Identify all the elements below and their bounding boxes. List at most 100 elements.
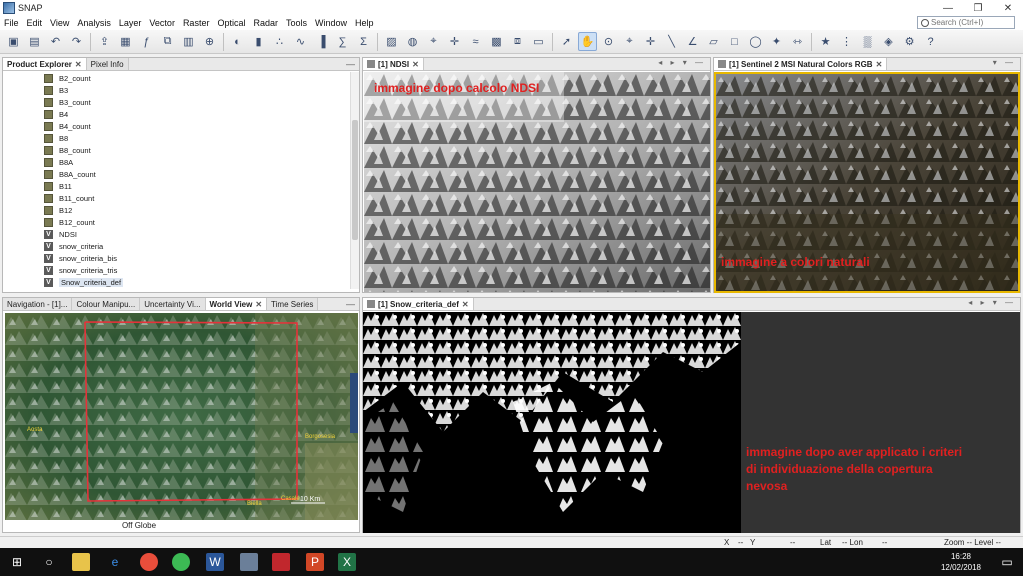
powerpoint-icon[interactable]: P xyxy=(306,553,324,571)
menu-tools[interactable]: Tools xyxy=(282,18,311,28)
band-maths-icon[interactable]: ƒ xyxy=(137,32,156,51)
close-icon[interactable]: ✕ xyxy=(412,60,419,69)
ellipse-tool-icon[interactable]: ◯ xyxy=(746,32,765,51)
menu-view[interactable]: View xyxy=(46,18,73,28)
rgb-image[interactable]: immagine a colori naturali xyxy=(714,72,1020,293)
close-icon[interactable]: ✕ xyxy=(75,60,82,69)
options-icon[interactable]: ⚙ xyxy=(900,32,919,51)
tab-rgb-view[interactable]: [1] Sentinel 2 MSI Natural Colors RGB ✕ xyxy=(714,58,888,70)
view-nav-icons[interactable]: ▾ — xyxy=(993,58,1016,67)
menu-radar[interactable]: Radar xyxy=(249,18,282,28)
tree-item-snow-criteria[interactable]: Vsnow_criteria xyxy=(3,240,353,252)
tree-item-b8-count[interactable]: B8_count xyxy=(3,144,353,156)
histogram-icon[interactable]: ▐ xyxy=(312,32,331,51)
menu-file[interactable]: File xyxy=(0,18,23,28)
tree-item-b4[interactable]: B4 xyxy=(3,108,353,120)
snap-taskbar-icon[interactable] xyxy=(240,553,258,571)
mask-icon[interactable]: ▨ xyxy=(382,32,401,51)
view-nav-icons[interactable]: ◂ ▸ ▾ — xyxy=(658,58,706,67)
tree-item-b4-count[interactable]: B4_count xyxy=(3,120,353,132)
batch-icon[interactable]: ▥ xyxy=(179,32,198,51)
save-icon[interactable]: ▤ xyxy=(25,32,44,51)
menu-vector[interactable]: Vector xyxy=(145,18,179,28)
search-icon[interactable]: ○ xyxy=(40,553,58,571)
close-button[interactable]: ✕ xyxy=(993,0,1023,16)
gcp-icon[interactable]: ✛ xyxy=(445,32,464,51)
magic-wand-icon[interactable]: ✦ xyxy=(767,32,786,51)
polyline-tool-icon[interactable]: ∠ xyxy=(683,32,702,51)
scrollbar-thumb[interactable] xyxy=(352,120,358,240)
notifications-icon[interactable]: ▭ xyxy=(998,553,1016,571)
tab-colour-manipulation[interactable]: Colour Manipu... xyxy=(72,298,141,310)
hub-icon[interactable]: ◈ xyxy=(879,32,898,51)
maximize-button[interactable]: ❐ xyxy=(963,0,993,16)
tree-item-b8a[interactable]: B8A xyxy=(3,156,353,168)
tree-item-b3[interactable]: B3 xyxy=(3,84,353,96)
export-icon[interactable]: ⇪ xyxy=(95,32,114,51)
chrome-icon[interactable] xyxy=(140,553,158,571)
tab-uncertainty[interactable]: Uncertainty Vi... xyxy=(140,298,206,310)
line-tool-icon[interactable]: ╲ xyxy=(662,32,681,51)
word-icon[interactable]: W xyxy=(206,553,224,571)
scatter-icon[interactable]: ∴ xyxy=(270,32,289,51)
subset-icon[interactable]: ▭ xyxy=(529,32,548,51)
search-box[interactable] xyxy=(917,16,1015,29)
minimize-panel-icon[interactable]: — xyxy=(346,299,355,309)
view-nav-icons[interactable]: ◂ ▸ ▾ — xyxy=(968,298,1016,307)
tree-item-b12[interactable]: B12 xyxy=(3,204,353,216)
close-icon[interactable]: ✕ xyxy=(876,60,883,69)
menu-optical[interactable]: Optical xyxy=(213,18,249,28)
collocation-icon[interactable]: ⧈ xyxy=(508,32,527,51)
tree-item-b8[interactable]: B8 xyxy=(3,132,353,144)
profile-icon[interactable]: ∿ xyxy=(291,32,310,51)
open-product-icon[interactable]: ▣ xyxy=(4,32,23,51)
tab-time-series[interactable]: Time Series xyxy=(267,298,319,310)
tab-snow-view[interactable]: [1] Snow_criteria_def ✕ xyxy=(363,298,474,310)
tab-product-explorer[interactable]: Product Explorer ✕ xyxy=(3,58,87,70)
pin-icon[interactable]: ⌖ xyxy=(424,32,443,51)
menu-help[interactable]: Help xyxy=(351,18,378,28)
mosaic-icon[interactable]: ▩ xyxy=(487,32,506,51)
tree-item-ndsi[interactable]: V NDSI xyxy=(3,228,353,240)
pixel-info-icon[interactable]: ⋮ xyxy=(837,32,856,51)
close-icon[interactable]: ✕ xyxy=(462,300,469,309)
tree-item-b3-count[interactable]: B3_count xyxy=(3,96,353,108)
pin-tool-icon[interactable]: ⌖ xyxy=(620,32,639,51)
ndsi-image[interactable]: immagine dopo calcolo NDSI xyxy=(364,72,710,292)
menu-layer[interactable]: Layer xyxy=(115,18,146,28)
chrome-icon[interactable] xyxy=(172,553,190,571)
excel-icon[interactable]: X xyxy=(338,553,356,571)
pan-tool-icon[interactable]: ✋ xyxy=(578,32,597,51)
tree-item-snow-criteria-def[interactable]: V Snow_criteria_def xyxy=(3,276,353,288)
select-tool-icon[interactable]: ➚ xyxy=(557,32,576,51)
tree-item-b11[interactable]: B11 xyxy=(3,180,353,192)
gcp-tool-icon[interactable]: ✛ xyxy=(641,32,660,51)
tab-world-view[interactable]: World View ✕ xyxy=(205,298,268,310)
sigma-icon[interactable]: Σ xyxy=(354,32,373,51)
close-icon[interactable]: ✕ xyxy=(255,300,262,309)
chart-icon[interactable]: ▮ xyxy=(249,32,268,51)
menu-raster[interactable]: Raster xyxy=(179,18,214,28)
world-view-map[interactable]: Aosta Borgosesia Biella Casale 10 Km xyxy=(5,313,358,520)
system-clock[interactable]: 16:28 12/02/2018 xyxy=(941,551,981,573)
edge-browser-icon[interactable]: e xyxy=(106,553,124,571)
tree-item-b8a-count[interactable]: B8A_count xyxy=(3,168,353,180)
tree-item-snow-criteria-tris[interactable]: Vsnow_criteria_tris xyxy=(3,264,353,276)
graph-builder-icon[interactable]: ⧉ xyxy=(158,32,177,51)
star-icon[interactable]: ★ xyxy=(816,32,835,51)
minimize-panel-icon[interactable]: — xyxy=(346,59,355,69)
minimize-button[interactable]: — xyxy=(933,0,963,16)
windows-start-icon[interactable]: ⊞ xyxy=(8,553,26,571)
undo-icon[interactable]: ↶ xyxy=(46,32,65,51)
menu-edit[interactable]: Edit xyxy=(23,18,47,28)
redo-icon[interactable]: ↷ xyxy=(67,32,86,51)
tree-scrollbar[interactable] xyxy=(350,72,359,289)
reproject-icon[interactable]: ⊕ xyxy=(200,32,219,51)
help-icon[interactable]: ? xyxy=(921,32,940,51)
menu-window[interactable]: Window xyxy=(311,18,351,28)
colour-manip-icon[interactable]: ◐ xyxy=(228,32,247,51)
search-input[interactable] xyxy=(931,18,1011,27)
zoom-tool-icon[interactable]: ⊙ xyxy=(599,32,618,51)
tab-pixel-info[interactable]: Pixel Info xyxy=(86,58,129,70)
file-explorer-icon[interactable] xyxy=(72,553,90,571)
